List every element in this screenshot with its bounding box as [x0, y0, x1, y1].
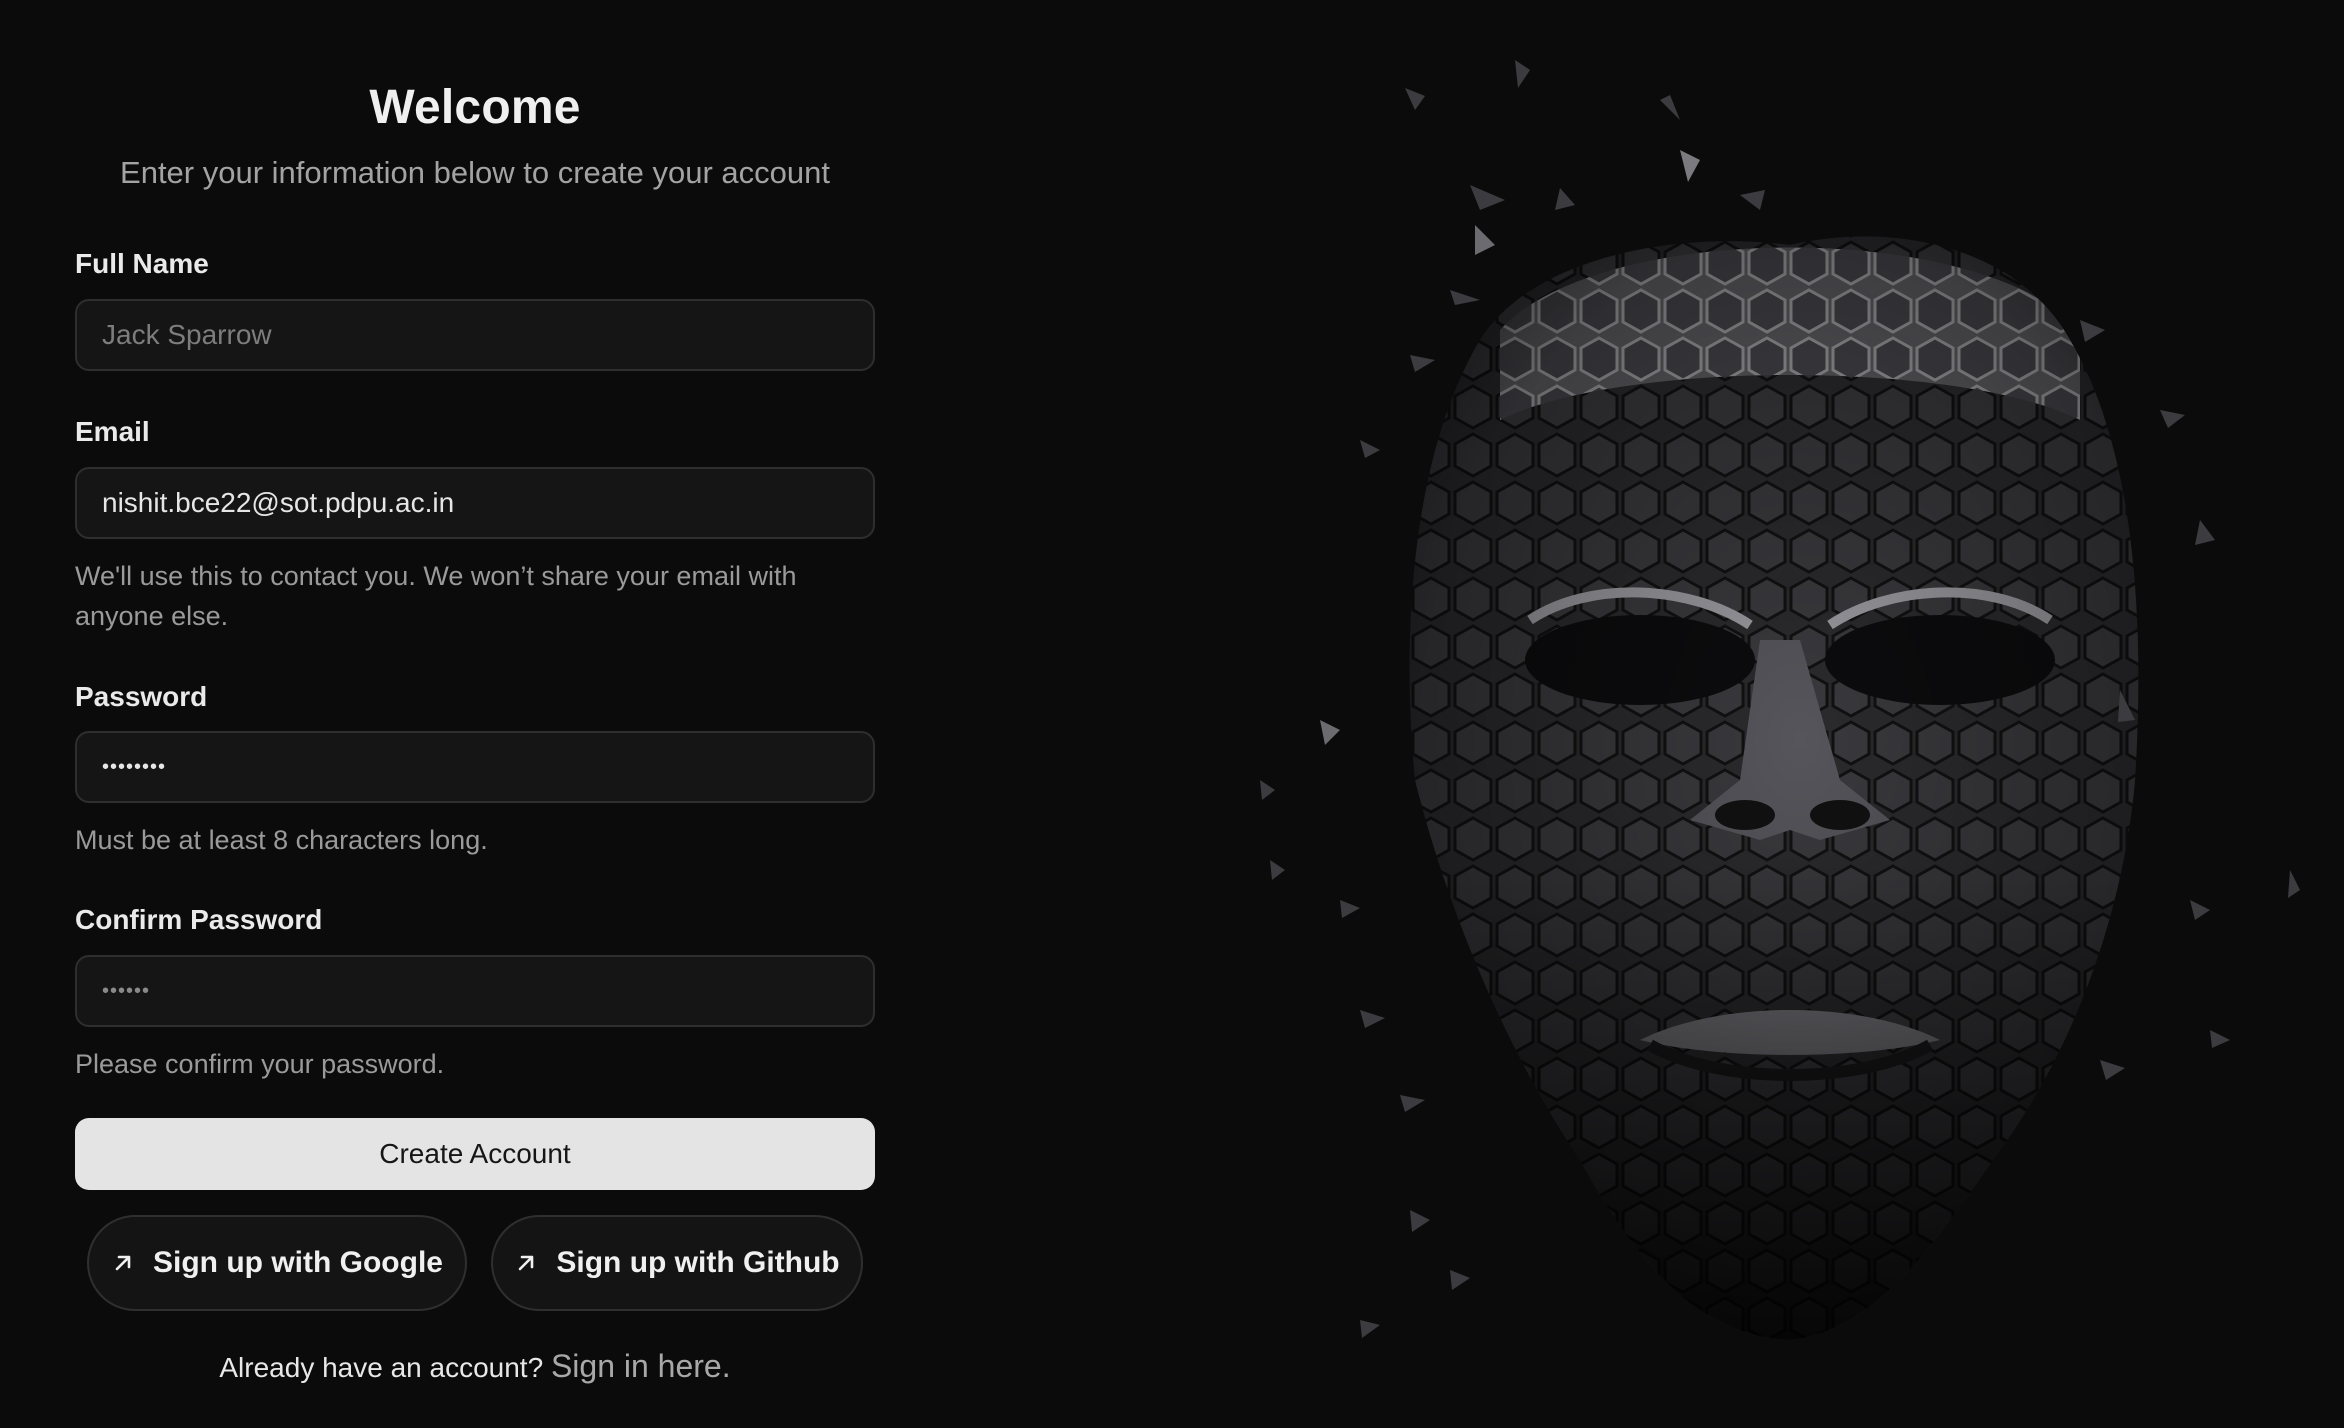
confirm-password-input[interactable] [75, 955, 875, 1027]
confirm-password-help-text: Please confirm your password. [75, 1049, 445, 1079]
create-account-button[interactable]: Create Account [75, 1118, 875, 1190]
password-label: Password [75, 681, 208, 712]
github-signup-label: Sign up with Github [556, 1246, 840, 1279]
google-signup-label: Sign up with Google [153, 1246, 443, 1279]
full-name-input[interactable] [75, 299, 875, 371]
signup-page: Welcome Enter your information below to … [0, 0, 2344, 1428]
google-signup-button[interactable]: Sign up with Google [87, 1215, 467, 1311]
email-label: Email [75, 416, 150, 447]
arrow-up-right-icon [115, 1255, 131, 1271]
signin-prompt: Already have an account? Sign in here. [75, 1348, 875, 1385]
email-input[interactable] [75, 467, 875, 539]
arrow-up-right-icon [519, 1255, 534, 1271]
password-input[interactable] [75, 731, 875, 803]
page-subtitle: Enter your information below to create y… [120, 155, 830, 190]
password-help-text: Must be at least 8 characters long. [75, 825, 488, 855]
email-help-text: We'll use this to contact you. We won’t … [75, 561, 797, 631]
full-name-label: Full Name [75, 248, 209, 279]
page-title: Welcome [369, 81, 581, 134]
faceted-face-illustration-icon [1260, 60, 2300, 1341]
confirm-password-label: Confirm Password [75, 904, 323, 935]
signin-prompt-text: Already have an account? [219, 1352, 544, 1383]
github-signup-button[interactable]: Sign up with Github [491, 1215, 863, 1311]
signin-link[interactable]: Sign in here. [551, 1348, 731, 1384]
